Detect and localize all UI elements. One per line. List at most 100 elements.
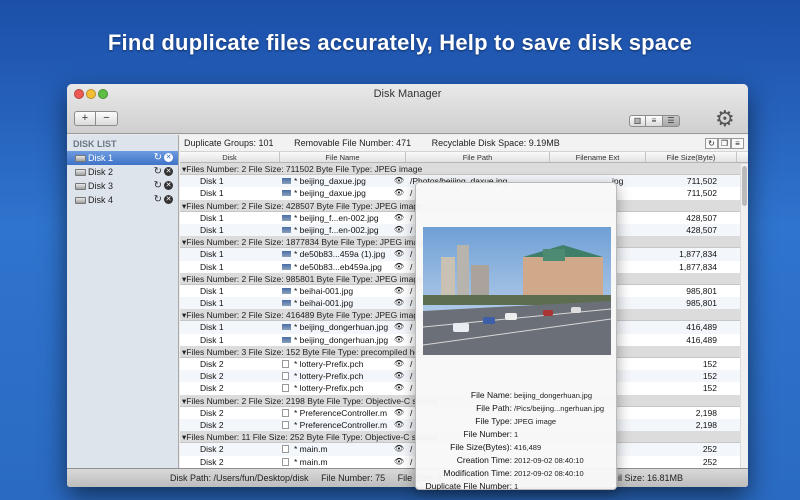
eye-icon[interactable]: 👁 [394,321,404,333]
file-name-label: * PreferenceController.m [294,419,388,430]
close-icon[interactable]: ✕ [164,195,173,204]
image-thumbnail-icon [282,263,291,270]
eye-icon[interactable]: 👁 [394,419,404,431]
column-header-disk[interactable]: Disk [180,152,280,162]
removable-file-count: Removable File Number: 471 [294,138,412,148]
sidebar-item-disk-4[interactable]: Disk 4 ↻ ✕ [67,193,178,207]
file-name-label: * beijing_daxue.jpg [294,188,366,199]
cell-file-name: * de50b83...459a (1).jpg 👁 [280,248,406,260]
cell-file-size: 1,877,834 [679,249,717,260]
eye-icon[interactable]: 👁 [394,407,404,419]
sidebar-item-disk-1[interactable]: Disk 1 ↻ ✕ [67,151,178,165]
refresh-icon[interactable]: ↻ [705,138,718,149]
eye-icon[interactable]: 👁 [394,248,404,260]
remove-disk-button[interactable]: − [96,111,118,126]
image-thumbnail-icon [282,214,291,221]
info-key: Creation Time: [456,455,512,465]
close-icon[interactable]: ✕ [164,167,173,176]
status-file-number: File Number: 75 [321,473,386,483]
cell-disk: Disk 2 [200,419,224,430]
document-icon [282,457,289,466]
eye-icon[interactable]: 👁 [394,175,404,187]
duplicate-groups-count: Duplicate Groups: 101 [184,138,274,148]
eye-icon[interactable]: 👁 [394,334,404,346]
close-icon[interactable]: ✕ [164,181,173,190]
status-total-size: il Size: 16.81MB [617,473,683,483]
cell-file-name: * lottery-Prefix.pch 👁 [280,358,406,370]
recyclable-space: Recyclable Disk Space: 9.19MB [431,138,560,148]
column-view-icon[interactable]: ▥ [629,115,646,127]
copy-icon[interactable]: ❐ [718,138,731,149]
list-view-icon[interactable]: ≡ [646,115,663,127]
status-bar: Disk Path: /Users/fun/Desktop/disk File … [67,468,748,487]
vertical-scrollbar[interactable] [740,164,748,468]
file-name-label: * lottery-Prefix.pch [294,359,364,369]
cell-file-name: * de50b83...eb459a.jpg 👁 [280,261,406,273]
scrollbar-thumb[interactable] [742,166,747,206]
cell-file-size: 2,198 [695,407,717,418]
info-value: 1 [514,482,519,491]
eye-icon[interactable]: 👁 [394,297,404,309]
file-name-label: * beihai-001.jpg [294,285,354,296]
sidebar-item-disk-2[interactable]: Disk 2 ↻ ✕ [67,165,178,179]
cell-disk: Disk 2 [200,371,224,382]
cell-file-size: 428,507 [686,224,717,235]
eye-icon[interactable]: 👁 [394,370,404,382]
cell-file-name: * beijing_f...en-002.jpg 👁 [280,224,406,236]
document-icon [282,420,289,429]
eye-icon[interactable]: 👁 [394,224,404,236]
eye-icon[interactable]: 👁 [394,261,404,273]
info-row: Modification Time: 2012-09-02 08:40:10 [416,467,618,480]
eye-icon[interactable]: 👁 [394,443,404,455]
refresh-icon[interactable]: ↻ [154,165,162,179]
cell-file-size: 2,198 [695,419,717,430]
add-disk-button[interactable]: + [74,111,96,126]
image-thumbnail-icon [282,287,291,294]
sidebar-item-disk-3[interactable]: Disk 3 ↻ ✕ [67,179,178,193]
column-header-file-path[interactable]: File Path [406,152,550,162]
sidebar-item-label: Disk 1 [88,153,114,163]
cell-file-name: * beijing_daxue.jpg 👁 [280,175,406,187]
info-row: File Name: beijing_dongerhuan.jpg [416,389,618,402]
cell-disk: Disk 1 [200,188,224,199]
cell-file-size: 152 [702,371,717,382]
cell-file-name: * main.m 👁 [280,443,406,455]
eye-icon[interactable]: 👁 [394,285,404,297]
cell-disk: Disk 1 [200,261,224,272]
gear-icon[interactable]: ⚙ [715,108,735,130]
info-value: beijing_dongerhuan.jpg [514,391,592,400]
list-icon[interactable]: ≡ [731,138,744,149]
cell-file-name: * beijing_f...en-002.jpg 👁 [280,212,406,224]
file-name-label: * main.m [294,456,328,467]
eye-icon[interactable]: 👁 [394,456,404,468]
refresh-icon[interactable]: ↻ [154,179,162,193]
eye-icon[interactable]: 👁 [394,358,404,370]
drive-icon [75,183,86,190]
eye-icon[interactable]: 👁 [394,212,404,224]
eye-icon[interactable]: 👁 [394,382,404,394]
close-icon[interactable]: ✕ [164,153,173,162]
cell-file-name: * beihai-001.jpg 👁 [280,285,406,297]
image-thumbnail-icon [282,336,291,343]
cell-disk: Disk 2 [200,456,224,467]
group-header-row[interactable]: ▾Files Number: 2 File Size: 711502 Byte … [180,163,748,176]
detail-view-icon[interactable]: ☰ [663,115,680,127]
refresh-icon[interactable]: ↻ [154,151,162,165]
drive-icon [75,169,86,176]
refresh-icon[interactable]: ↻ [154,193,162,207]
column-header-filename-ext[interactable]: Filename Ext [550,152,646,162]
cell-disk: Disk 1 [200,285,224,296]
status-disk-path: Disk Path: /Users/fun/Desktop/disk [170,473,309,483]
cell-file-name: * PreferenceController.m 👁 [280,407,406,419]
cell-file-size: 252 [702,456,717,467]
file-name-label: * de50b83...459a (1).jpg [294,249,386,260]
disk-manager-window: Disk Manager + − ▥ ≡ ☰ ⚙ DISK LIST Disk … [67,84,748,487]
column-header-file-size[interactable]: File Size(Byte) [646,152,737,162]
column-header-file-name[interactable]: File Name [280,152,406,162]
info-key: Modification Time: [443,468,513,478]
eye-icon[interactable]: 👁 [394,187,404,199]
info-row: Duplicate File Number: 1 [416,480,618,493]
drive-icon [75,155,86,162]
info-key: File Path: [476,403,512,413]
sidebar-item-label: Disk 3 [88,181,114,191]
